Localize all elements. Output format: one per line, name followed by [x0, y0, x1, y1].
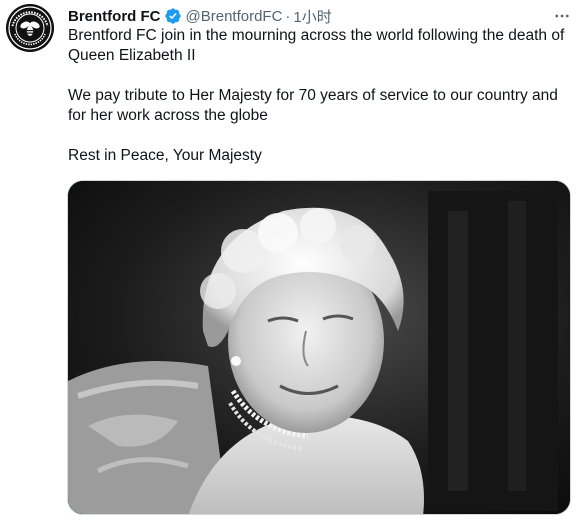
header-separator: · [285, 7, 291, 25]
portrait-photo [68, 181, 570, 514]
verified-badge-icon [164, 7, 182, 25]
tweet-timestamp[interactable]: 1小时 [293, 6, 331, 27]
author-avatar[interactable] [6, 4, 54, 52]
more-options-button[interactable] [551, 6, 573, 26]
tweet-paragraph: We pay tribute to Her Majesty for 70 yea… [68, 87, 558, 124]
tweet-photo[interactable] [67, 180, 571, 515]
author-name[interactable]: Brentford FC [68, 8, 161, 25]
tweet-paragraph: Rest in Peace, Your Majesty [68, 147, 262, 164]
author-handle[interactable]: @BrentfordFC [186, 8, 283, 25]
brentford-bee-crest-icon [6, 4, 54, 52]
tweet-card[interactable]: Brentford FC @BrentfordFC · 1小时 Brentfor… [0, 0, 581, 520]
tweet-paragraph: Brentford FC join in the mourning across… [68, 27, 565, 64]
tweet-text: Brentford FC join in the mourning across… [68, 26, 568, 186]
more-horizontal-icon [555, 14, 569, 18]
tweet-header: Brentford FC @BrentfordFC · 1小时 [68, 6, 573, 26]
